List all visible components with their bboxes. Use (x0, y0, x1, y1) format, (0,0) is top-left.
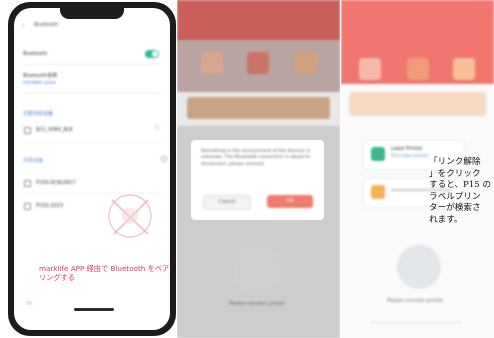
bottom-label: Please connect printer (229, 301, 286, 307)
divider (23, 64, 161, 65)
shortcut-tile-3[interactable] (453, 58, 475, 80)
header-title: Bluetooth (34, 22, 59, 28)
printer-placeholder-icon (233, 245, 281, 293)
pairing-caption: marklife APP 経由で Bluetooth をペアリングする (39, 264, 170, 282)
caption-line: ラベルプリン (429, 191, 481, 202)
available-device-2[interactable]: P15S-1023 (36, 203, 63, 209)
device-name-value[interactable]: niimbot-xxxx (23, 80, 56, 86)
info-icon[interactable]: ⓘ (154, 125, 160, 132)
shortcut-tile-2[interactable] (407, 58, 429, 80)
caption-line: 」をクリック (429, 168, 481, 179)
paired-device-name[interactable]: B21_0080_BLE (36, 127, 73, 133)
phone-notch (60, 8, 124, 19)
app-header (177, 0, 340, 40)
bottom-label: Please connect printer (387, 298, 444, 304)
caption-line: れます。 (429, 214, 463, 225)
divider (371, 322, 461, 323)
confirm-button[interactable]: OK (267, 195, 313, 208)
back-arrow-icon[interactable]: ‹ (22, 23, 30, 29)
caption-line: すると、P15 の (429, 180, 492, 191)
shortcut-tile-1[interactable] (201, 52, 223, 74)
dialog-message: Something in the environment of the devi… (201, 149, 311, 167)
available-devices-header: 可用设备 (23, 158, 44, 164)
divider (23, 92, 161, 93)
printer-card-title: Label Printer (391, 146, 423, 152)
tap-hint-graphic (108, 194, 152, 238)
caption-line: 「リンク解除 (429, 157, 481, 167)
printer-placeholder-icon (397, 245, 441, 289)
device-name-label: Bluetooth名称 (23, 73, 58, 79)
disconnect-dialog: Something in the environment of the devi… (191, 140, 324, 220)
printer-icon (24, 180, 31, 187)
banner[interactable] (349, 92, 486, 116)
cancel-button[interactable]: Cancel (203, 195, 251, 210)
caption-line: ターが検索さ (429, 203, 481, 214)
shortcut-tile-1[interactable] (359, 58, 381, 80)
home-indicator (74, 308, 114, 311)
available-device-1[interactable]: P15S-0C8L0817 (36, 180, 76, 186)
printer-icon (24, 127, 31, 134)
banner[interactable] (187, 97, 330, 119)
paired-devices-header: 已配对的设备 (23, 111, 54, 117)
loading-spinner-icon (161, 156, 167, 162)
divider (23, 142, 161, 143)
shortcut-tile-2[interactable] (247, 52, 269, 74)
printer-app-icon (371, 147, 385, 161)
printer-icon (24, 203, 31, 210)
bluetooth-row-label: Bluetooth (23, 51, 48, 57)
decor-dot (26, 301, 32, 305)
unlink-caption: 「リンク解除 」をクリック すると、P15 の ラベルプリン ターが検索さ れま… (429, 157, 493, 227)
bluetooth-toggle[interactable] (145, 50, 159, 58)
folder-icon (371, 185, 385, 199)
printer-card-sub: P15 Label printer (391, 154, 429, 159)
shortcut-tile-3[interactable] (295, 52, 317, 74)
disconnect-dialog-screen: Please connect printer Something in the … (177, 0, 340, 338)
